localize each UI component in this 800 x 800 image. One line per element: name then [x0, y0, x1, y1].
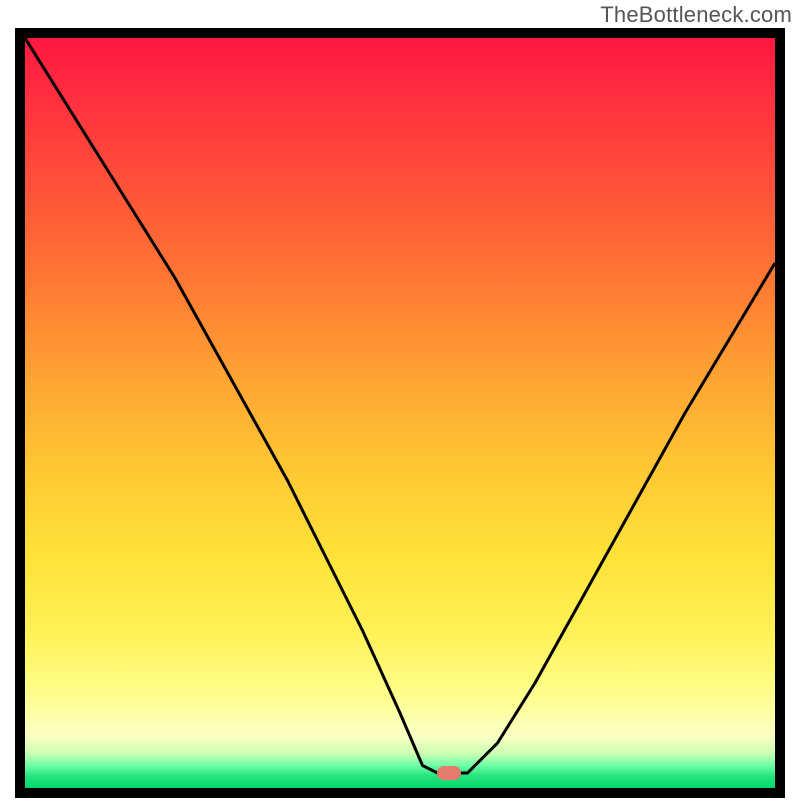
bottleneck-curve: [25, 38, 775, 788]
plot-frame: [15, 28, 785, 798]
chart-container: TheBottleneck.com: [0, 0, 800, 800]
minimum-marker: [437, 766, 461, 780]
watermark-text: TheBottleneck.com: [600, 2, 792, 28]
curve-path: [25, 38, 775, 773]
